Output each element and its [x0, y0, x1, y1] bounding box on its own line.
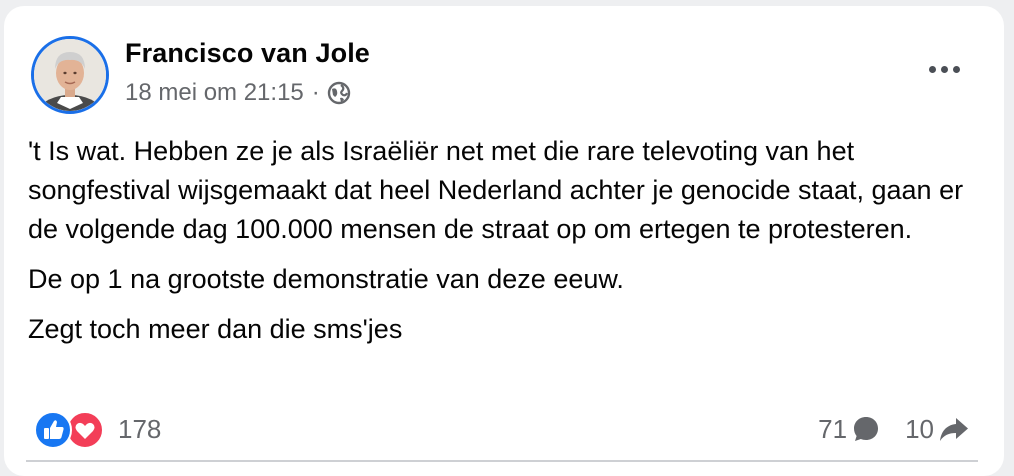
reaction-icons — [34, 409, 110, 449]
more-options-icon[interactable] — [924, 56, 964, 82]
comments-button[interactable]: 71 — [818, 414, 881, 445]
post-meta: 18 mei om 21:15 · — [125, 78, 351, 108]
post-paragraph: De op 1 na grootste demonstratie van dez… — [28, 264, 624, 294]
share-icon — [940, 418, 968, 441]
avatar[interactable] — [31, 36, 109, 114]
globe-icon[interactable] — [327, 81, 351, 105]
reactions-summary[interactable]: 178 — [34, 409, 161, 449]
author-name[interactable]: Francisco van Jole — [125, 38, 370, 69]
reaction-count: 178 — [118, 413, 162, 444]
comment-icon — [854, 417, 879, 441]
shares-button[interactable]: 10 — [905, 414, 970, 445]
like-icon — [34, 411, 72, 449]
divider — [26, 460, 978, 462]
comment-count: 71 — [818, 413, 848, 444]
engagement-counts: 71 10 — [818, 409, 970, 449]
post-paragraph: 't Is wat. Hebben ze je als Israëliër ne… — [28, 136, 964, 244]
post-card: Francisco van Jole 18 mei om 21:15 · 't … — [4, 6, 1004, 476]
share-count: 10 — [905, 413, 934, 444]
post-paragraph: Zegt toch meer dan die sms'jes — [28, 314, 403, 344]
post-timestamp[interactable]: 18 mei om 21:15 — [125, 79, 304, 107]
post-body: 't Is wat. Hebben ze je als Israëliër ne… — [28, 132, 988, 360]
meta-separator: · — [311, 79, 320, 106]
